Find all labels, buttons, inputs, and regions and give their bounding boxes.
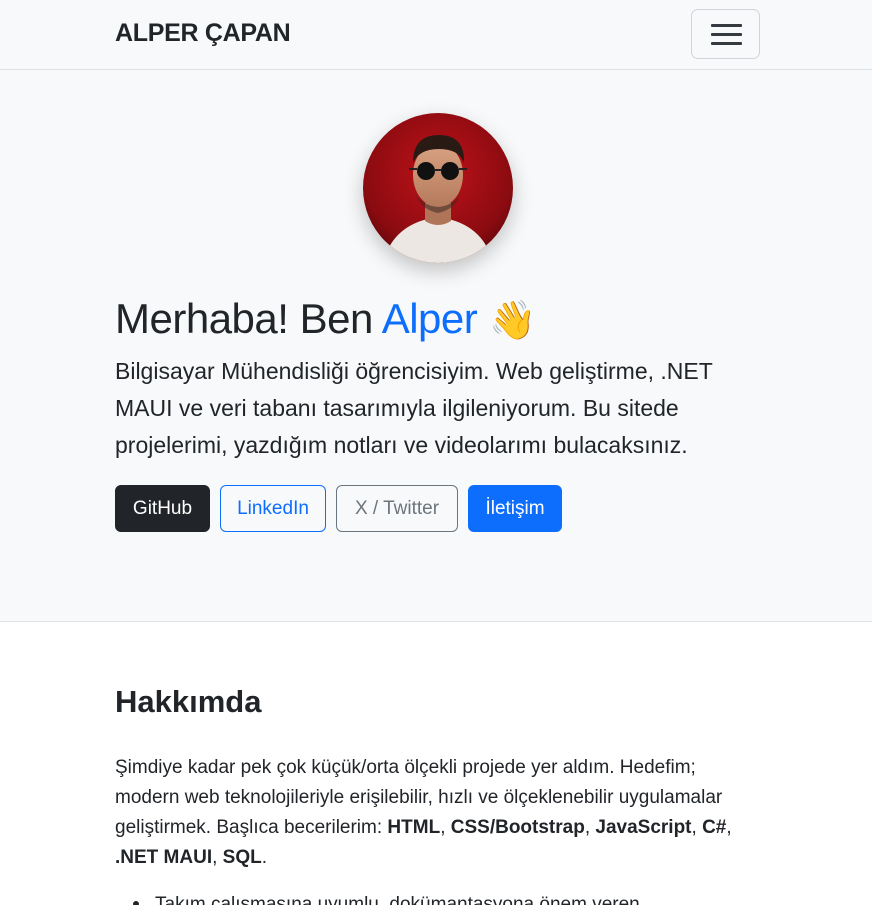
skill-js: JavaScript xyxy=(595,817,692,838)
waving-hand-icon: 👋 xyxy=(489,300,537,342)
about-title: Hakkımda xyxy=(115,684,262,719)
github-button[interactable]: GitHub xyxy=(115,485,210,532)
navbar: ALPER ÇAPAN xyxy=(0,0,872,70)
avatar xyxy=(363,113,513,263)
list-item: Takım çalışmasına uyumlu, dokümantasyona… xyxy=(155,894,640,905)
about-text: Şimdiye kadar pek çok küçük/orta ölçekli… xyxy=(115,757,732,868)
contact-button[interactable]: İletişim xyxy=(468,485,562,532)
brand-link[interactable]: ALPER ÇAPAN xyxy=(115,19,291,48)
hero-lead-text: Bilgisayar Mühendisliği öğrencisiyim. We… xyxy=(115,358,713,458)
skill-css: CSS/Bootstrap xyxy=(450,817,585,838)
skill-sql: SQL xyxy=(222,847,262,868)
hero-section: Merhaba! Ben Alper 👋 Bilgisayar Mühendisl… xyxy=(0,70,872,622)
profile-photo xyxy=(363,113,513,263)
hero-greeting: Merhaba! Ben Alper 👋 xyxy=(115,294,537,345)
skill-csharp: C# xyxy=(702,817,727,838)
navbar-toggler-button[interactable] xyxy=(691,9,760,59)
greeting-prefix: Merhaba! Ben xyxy=(115,295,382,342)
skill-html: HTML xyxy=(387,817,441,838)
twitter-button[interactable]: X / Twitter xyxy=(336,485,458,532)
skill-maui: .NET MAUI xyxy=(115,847,213,868)
linkedin-button[interactable]: LinkedIn xyxy=(220,485,326,532)
list-bullet-icon xyxy=(133,901,139,905)
greeting-name: Alper xyxy=(381,295,478,342)
